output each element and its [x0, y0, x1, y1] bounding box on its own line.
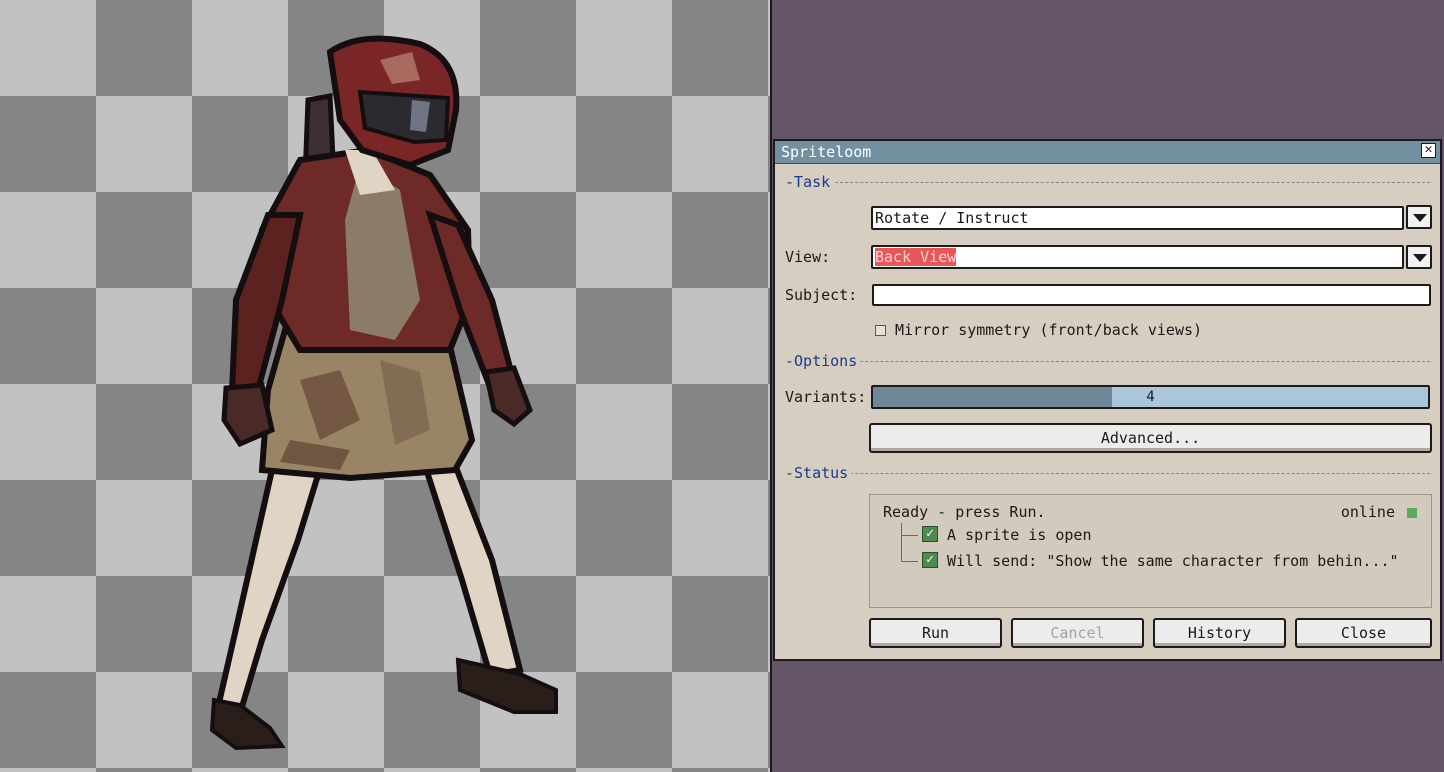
connection-status: online: [1340, 503, 1395, 521]
advanced-button[interactable]: Advanced...: [869, 423, 1432, 453]
subject-label: Subject:: [785, 286, 858, 304]
section-options-label: -Options: [785, 352, 861, 370]
section-options: -Options: [785, 352, 1430, 370]
sprite-character: [209, 35, 558, 751]
mirror-symmetry-label[interactable]: Mirror symmetry (front/back views): [895, 321, 1202, 339]
subject-input[interactable]: [872, 284, 1431, 306]
spriteloom-dialog: Spriteloom ✕ -Task Rotate / Instruct Vie…: [773, 139, 1442, 661]
run-button[interactable]: Run: [869, 618, 1002, 648]
view-value: Back View: [875, 248, 957, 266]
status-check-1: A sprite is open: [947, 526, 1092, 544]
tree-connector: [901, 535, 918, 562]
dialog-titlebar[interactable]: Spriteloom ✕: [775, 141, 1440, 164]
chevron-down-icon[interactable]: [1406, 245, 1432, 269]
status-online-icon: [1407, 508, 1417, 518]
variants-label: Variants:: [785, 388, 867, 406]
section-task-label: -Task: [785, 173, 834, 191]
checkbox-icon[interactable]: [875, 325, 886, 336]
status-panel: Ready - press Run. online ✓ A sprite is …: [869, 494, 1432, 608]
view-label: View:: [785, 248, 831, 266]
section-task: -Task: [785, 173, 1430, 191]
section-status-label: -Status: [785, 464, 852, 482]
status-check-2: Will send: "Show the same character from…: [947, 552, 1399, 570]
chevron-down-icon[interactable]: [1406, 205, 1432, 229]
sprite-canvas[interactable]: [0, 0, 772, 772]
task-mode-select[interactable]: Rotate / Instruct: [871, 206, 1404, 230]
history-button[interactable]: History: [1153, 618, 1286, 648]
cancel-button[interactable]: Cancel: [1011, 618, 1144, 648]
check-icon: ✓: [922, 552, 938, 568]
close-button[interactable]: Close: [1295, 618, 1432, 648]
check-icon: ✓: [922, 526, 938, 542]
view-select[interactable]: Back View: [871, 245, 1404, 269]
status-message: Ready - press Run.: [883, 503, 1046, 521]
close-icon[interactable]: ✕: [1421, 143, 1436, 158]
dialog-title: Spriteloom: [781, 143, 872, 161]
section-status: -Status: [785, 464, 1430, 482]
task-mode-value: Rotate / Instruct: [875, 209, 1029, 227]
variants-slider[interactable]: 4: [871, 385, 1430, 409]
variants-value: 4: [1146, 389, 1155, 405]
